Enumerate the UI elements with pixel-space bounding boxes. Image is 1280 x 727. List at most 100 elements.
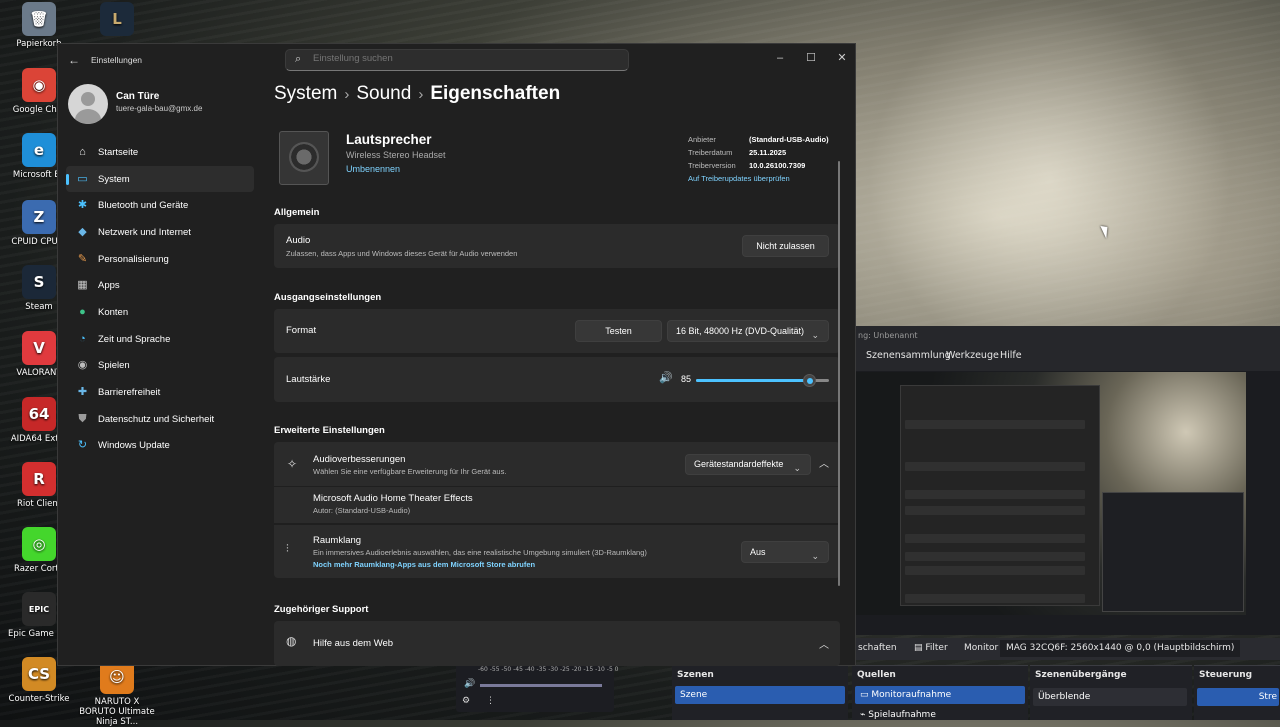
enhancements-card: ✧ Audioverbesserungen Wählen Sie eine ve… — [274, 442, 840, 578]
breadcrumb: System › Sound › Eigenschaften — [274, 83, 561, 104]
sidebar-item-label: Barrierefreiheit — [98, 387, 161, 399]
source-item-monitor[interactable]: ▭ Monitoraufnahme — [855, 686, 1025, 704]
format-card: Format Testen 16 Bit, 48000 Hz (DVD-Qual… — [274, 309, 840, 353]
sidebar-item-label: Bluetooth und Geräte — [98, 200, 189, 212]
obs-filter-button[interactable]: ▤ Filter — [914, 643, 948, 653]
sidebar-item-netzwerk-und-internet[interactable]: ◆ Netzwerk und Internet — [66, 219, 254, 246]
chevron-up-icon[interactable]: ︿ — [819, 636, 829, 651]
mixer-speaker-icon[interactable]: 🔊 — [464, 679, 475, 689]
breadcrumb-properties: Eigenschaften — [430, 83, 561, 104]
driver-version-value: 10.0.26100.7309 — [749, 161, 806, 170]
desktop-icon-naruto[interactable]: ☺ NARUTO X BORUTO Ultimate Ninja ST... — [78, 660, 156, 727]
obs-monitor-select[interactable]: MAG 32CQ6F: 2560x1440 @ 0,0 (Hauptbildsc… — [1000, 640, 1241, 657]
sidebar-item-label: Datenschutz und Sicherheit — [98, 413, 215, 425]
sidebar-item-windows-update[interactable]: ↻ Windows Update — [66, 433, 254, 460]
obs-menu-scene-collection[interactable]: Szenensammlung — [866, 350, 951, 361]
scene-item[interactable]: Szene — [675, 686, 845, 704]
sidebar-item-label: Spielen — [98, 360, 130, 372]
obs-menu-tools[interactable]: Werkzeuge — [946, 350, 999, 361]
spatial-select[interactable]: Aus ⌄ — [741, 541, 829, 563]
sidebar-item-apps[interactable]: ▦ Apps — [66, 272, 254, 299]
app-icon: R — [22, 462, 56, 496]
nav-icon: ▭ — [77, 172, 88, 185]
chevron-up-icon[interactable]: ︿ — [819, 455, 829, 470]
sidebar-item-datenschutz-und-sicherheit[interactable]: ⛊ Datenschutz und Sicherheit — [66, 406, 254, 433]
chevron-down-icon: ⌄ — [793, 463, 801, 473]
sidebar-item-label: Netzwerk und Internet — [98, 226, 191, 238]
app-icon: ◉ — [22, 68, 56, 102]
nav-icon: ✎ — [77, 252, 88, 265]
mixer-scale: -60 -55 -50 -45 -40 -35 -30 -25 -20 -15 … — [478, 666, 619, 673]
volume-card: Lautstärke 🔊 85 — [274, 357, 840, 402]
volume-title: Lautstärke — [286, 374, 331, 385]
test-button[interactable]: Testen — [575, 320, 662, 342]
enhancements-desc: Wählen Sie eine verfügbare Erweiterung f… — [313, 467, 507, 476]
transitions-heading: Szenenübergänge — [1035, 670, 1127, 680]
sidebar-item-spielen[interactable]: ◉ Spielen — [66, 353, 254, 380]
provider-value: (Standard-USB-Audio) — [749, 135, 829, 144]
nested-obs-preview — [1102, 492, 1244, 612]
sidebar-item-label: System — [98, 173, 130, 185]
sidebar-item-konten[interactable]: ● Konten — [66, 299, 254, 326]
desktop-icon-label: Counter-Strike — [8, 694, 70, 704]
transition-select[interactable]: Überblende — [1033, 688, 1187, 706]
nav-icon: ● — [79, 305, 86, 318]
format-select[interactable]: 16 Bit, 48000 Hz (DVD-Qualität) ⌄ — [667, 320, 829, 342]
sidebar-item-zeit-und-sprache[interactable]: ◔ Zeit und Sprache — [66, 326, 254, 353]
sidebar-item-startseite[interactable]: ⌂ Startseite — [66, 139, 254, 166]
audio-desc: Zulassen, dass Apps und Windows dieses G… — [286, 249, 518, 258]
start-stream-button[interactable]: Stre — [1197, 688, 1279, 706]
profile-email: tuere-gala-bau@gmx.de — [116, 104, 203, 113]
volume-thumb[interactable] — [803, 374, 817, 387]
nested-settings-preview — [900, 385, 1100, 606]
enhancements-select[interactable]: Gerätestandardeffekte ⌄ — [685, 454, 811, 475]
breadcrumb-sound[interactable]: Sound — [356, 83, 411, 104]
nav-icon: ↻ — [77, 439, 88, 452]
obs-menu-help[interactable]: Hilfe — [1000, 350, 1022, 361]
maximize-button[interactable]: ☐ — [796, 48, 826, 68]
mixer-gear-icon[interactable]: ⚙ — [462, 696, 470, 706]
source-item-game[interactable]: ⌁ Spielaufnahme — [855, 706, 1025, 724]
obs-source-toolbar: schaften ▤ Filter Monitor MAG 32CQ6F: 25… — [856, 638, 1280, 660]
sidebar-item-label: Startseite — [98, 146, 139, 158]
desktop-icon[interactable]: 🗑 Papierkorb — [8, 2, 70, 49]
sidebar-item-label: Zeit und Sprache — [98, 333, 171, 345]
rename-link[interactable]: Umbenennen — [346, 164, 400, 174]
app-icon: ◎ — [22, 527, 56, 561]
chevron-down-icon: ⌄ — [811, 551, 819, 561]
disallow-button[interactable]: Nicht zulassen — [742, 235, 829, 257]
nav-icon: ◉ — [77, 359, 88, 372]
sidebar-item-bluetooth-und-ger-te[interactable]: ✱ Bluetooth und Geräte — [66, 192, 254, 219]
driver-update-link[interactable]: Auf Treiberupdates überprüfen — [688, 174, 790, 183]
mixer-more-icon[interactable]: ⋮ — [486, 696, 495, 706]
sidebar-item-personalisierung[interactable]: ✎ Personalisierung — [66, 246, 254, 273]
spatial-title: Raumklang — [313, 535, 362, 546]
obs-sources-dock: Quellen ▭ Monitoraufnahme ⌁ Spielaufnahm… — [852, 665, 1028, 720]
volume-fill — [696, 379, 810, 382]
controls-heading: Steuerung — [1199, 670, 1253, 680]
sidebar-item-system[interactable]: ▭ System — [66, 165, 254, 193]
scrollbar[interactable] — [838, 161, 840, 586]
desktop-icon-lol[interactable]: L — [97, 2, 137, 39]
nav-icon: ✱ — [77, 199, 88, 212]
obs-properties-button[interactable]: schaften — [858, 643, 897, 653]
app-icon: Z — [22, 200, 56, 234]
volume-slider[interactable] — [696, 374, 829, 387]
settings-search[interactable]: ⌕ — [285, 49, 629, 71]
spatial-store-link[interactable]: Noch mehr Raumklang-Apps aus dem Microso… — [313, 560, 535, 569]
obs-controls-dock: Steuerung Stre — [1194, 665, 1280, 720]
sidebar-item-barrierefreiheit[interactable]: ✚ Barrierefreiheit — [66, 379, 254, 406]
mixer-volume-slider[interactable] — [480, 684, 602, 687]
app-icon: CS — [22, 657, 56, 691]
obs-preview[interactable] — [856, 371, 1280, 635]
minimize-button[interactable]: – — [765, 48, 795, 68]
close-button[interactable]: ✕ — [827, 48, 857, 68]
speaker-icon — [279, 131, 329, 185]
nav-icon: ◔ — [79, 332, 86, 345]
chevron-down-icon: ⌄ — [811, 330, 819, 340]
breadcrumb-system[interactable]: System — [274, 83, 337, 104]
web-help-card[interactable]: ◍ Hilfe aus dem Web ︿ — [274, 621, 840, 666]
search-input[interactable] — [313, 53, 613, 64]
back-arrow-icon[interactable]: ← — [68, 53, 80, 67]
filter-icon: ▤ — [914, 643, 926, 653]
